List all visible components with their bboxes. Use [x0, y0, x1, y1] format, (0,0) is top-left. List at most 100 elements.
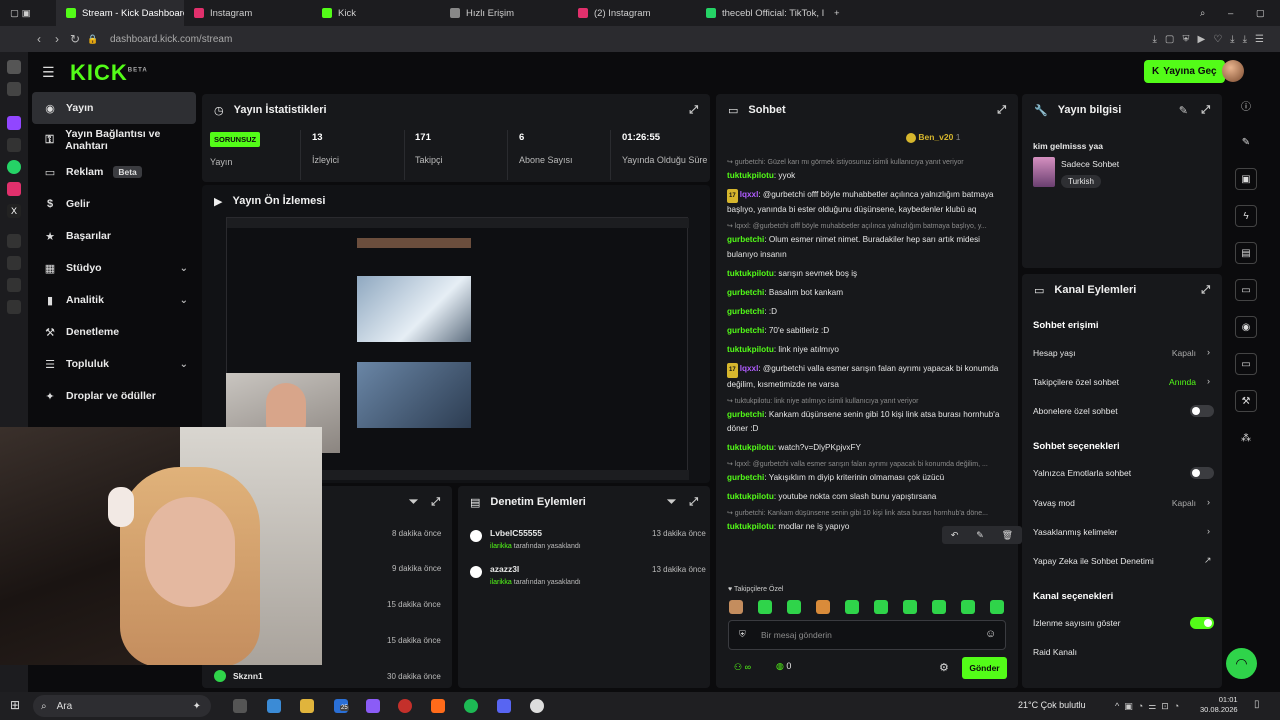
activity-user[interactable]: Skznn1: [233, 671, 263, 681]
emote-icon[interactable]: [729, 600, 743, 614]
reply-icon[interactable]: ↶: [951, 530, 959, 541]
chat-username[interactable]: tuktukpilotu: [727, 345, 774, 354]
spotify-icon[interactable]: [464, 699, 478, 713]
chat-username[interactable]: gurbetchi: [727, 473, 764, 482]
setting-row[interactable]: Takipçilere özel sohbet: [1033, 377, 1119, 387]
app-icon[interactable]: [7, 82, 21, 96]
send-button[interactable]: Gönder: [962, 657, 1007, 679]
category-thumbnail[interactable]: [1033, 157, 1055, 187]
back-icon[interactable]: ‹: [30, 32, 48, 46]
pin-icon[interactable]: ✎: [976, 530, 984, 541]
chat-message-input[interactable]: Bir mesaj gönderin: [728, 620, 1006, 650]
emote-icon[interactable]: [903, 600, 917, 614]
reload-icon[interactable]: ↻: [66, 32, 84, 46]
setting-row[interactable]: Yavaş mod: [1033, 498, 1075, 508]
system-tray-icons[interactable]: ^▣◔⚌⊡◔: [1115, 701, 1184, 712]
group-icon[interactable]: ⁂: [1235, 427, 1257, 449]
chat-username[interactable]: lqxxl: [740, 364, 759, 373]
setting-row[interactable]: Yalnızca Emotlarla sohbet: [1033, 468, 1131, 478]
app-icon[interactable]: [7, 234, 21, 248]
setting-row[interactable]: İzlenme sayısını göster: [1033, 618, 1120, 628]
nav-item-revenue[interactable]: $ Gelir: [32, 188, 196, 220]
chat-username[interactable]: tuktukpilotu: [727, 171, 774, 180]
nav-item-ads[interactable]: ▭ Reklam Beta: [32, 156, 196, 188]
nav-item-analytics[interactable]: ▮ Analitik ⌄: [32, 284, 196, 316]
lightning-icon[interactable]: ϟ: [1235, 205, 1257, 227]
file-explorer-icon[interactable]: [300, 699, 314, 713]
expand-icon[interactable]: ⤢: [689, 104, 698, 117]
tab-quick-access[interactable]: Hızlı Erişim: [440, 0, 568, 26]
forward-icon[interactable]: ›: [48, 32, 66, 46]
expand-icon[interactable]: ⤢: [997, 104, 1006, 117]
chat-username[interactable]: tuktukpilotu: [727, 522, 774, 531]
card-icon[interactable]: ▭: [1235, 353, 1257, 375]
tab-thecebl[interactable]: thecebl Official: TikTok, Ins: [696, 0, 824, 26]
expand-icon[interactable]: ⤢: [689, 496, 698, 509]
wrench-icon[interactable]: ⚒: [1235, 390, 1257, 412]
mod-row-user[interactable]: LvbelC55555: [490, 528, 542, 538]
setting-row[interactable]: Yapay Zeka ile Sohbet Denetimi: [1033, 556, 1154, 566]
category-name[interactable]: Sadece Sohbet: [1061, 159, 1119, 169]
weather-widget[interactable]: 21°C Çok bulutlu: [1018, 700, 1086, 710]
emote-icon[interactable]: [874, 600, 888, 614]
pinned-user[interactable]: Ben_v20 1: [906, 132, 960, 143]
mail-icon[interactable]: 25: [334, 699, 349, 713]
setting-row[interactable]: Hesap yaşı: [1033, 348, 1076, 358]
edit-icon[interactable]: ✎: [1235, 131, 1257, 153]
discord-icon[interactable]: [497, 699, 511, 713]
app-icon[interactable]: [431, 699, 445, 713]
chat-username[interactable]: gurbetchi: [727, 307, 764, 316]
support-chat-icon[interactable]: ◠: [1226, 648, 1257, 679]
kick-logo[interactable]: KICKBETA: [70, 60, 148, 86]
emote-icon[interactable]: [961, 600, 975, 614]
external-link-icon[interactable]: ↗: [1204, 555, 1212, 566]
emote-icon[interactable]: [845, 600, 859, 614]
chat-username[interactable]: tuktukpilotu: [727, 269, 774, 278]
emote-icon[interactable]: [932, 600, 946, 614]
window-controls[interactable]: ⌕ – ▢ ✕: [1190, 0, 1280, 26]
expand-icon[interactable]: ⤢: [431, 496, 440, 509]
points-icon[interactable]: ⚇ ∞: [734, 662, 751, 673]
message-actions[interactable]: ↶ ✎ 🗑: [942, 526, 1022, 544]
list-icon[interactable]: ▤: [1235, 242, 1257, 264]
setting-row[interactable]: Abonelere özel sohbet: [1033, 406, 1118, 416]
chat-username[interactable]: lqxxl: [740, 190, 759, 199]
tab-kick-dashboard[interactable]: Stream - Kick Dashboard: [56, 0, 184, 26]
emote-icon[interactable]: [758, 600, 772, 614]
browser-menu-icon[interactable]: ▢ ▣: [0, 0, 56, 26]
edit-icon[interactable]: ✎: [1179, 104, 1188, 117]
chat-username[interactable]: gurbetchi: [727, 410, 764, 419]
instagram-icon[interactable]: [7, 182, 21, 196]
new-tab-button[interactable]: +: [824, 0, 848, 26]
nav-item-achievements[interactable]: ★ Başarılar: [32, 220, 196, 252]
nav-item-community[interactable]: ☰ Topluluk ⌄: [32, 348, 196, 380]
record-icon[interactable]: ◉: [1235, 316, 1257, 338]
emote-icon[interactable]: [816, 600, 830, 614]
gear-icon[interactable]: ⚙: [939, 661, 949, 674]
tab-instagram-2[interactable]: (2) Instagram: [568, 0, 696, 26]
chat-username[interactable]: gurbetchi: [727, 326, 764, 335]
notifications-icon[interactable]: ▯: [1254, 699, 1260, 710]
info-icon[interactable]: ⓘ: [1235, 94, 1257, 116]
emoji-icon[interactable]: ☺: [985, 628, 996, 640]
whatsapp-icon[interactable]: [7, 160, 21, 174]
language-tag[interactable]: Turkish: [1061, 175, 1101, 188]
expand-icon[interactable]: ⤢: [1201, 104, 1210, 117]
chat-username[interactable]: tuktukpilotu: [727, 443, 774, 452]
nav-item-stream-key[interactable]: ⚿ Yayın Bağlantısı ve Anahtarı: [32, 124, 196, 156]
copilot-icon[interactable]: [267, 699, 281, 713]
toggle-switch[interactable]: [1190, 467, 1214, 479]
emote-icon[interactable]: [990, 600, 1004, 614]
chat-icon[interactable]: ▭: [1235, 279, 1257, 301]
app-icon[interactable]: [7, 278, 21, 292]
expand-icon[interactable]: ⤢: [1201, 284, 1210, 297]
url-field[interactable]: dashboard.kick.com/stream: [110, 34, 232, 45]
nav-item-drops[interactable]: ✦ Droplar ve ödüller: [32, 380, 196, 412]
obs-icon[interactable]: [530, 699, 544, 713]
twitch-icon[interactable]: [7, 116, 21, 130]
tab-kick[interactable]: Kick: [312, 0, 440, 26]
setting-row[interactable]: Raid Kanalı: [1033, 647, 1077, 657]
avatar[interactable]: [1222, 60, 1244, 82]
app-icon[interactable]: [366, 699, 380, 713]
setting-row[interactable]: Yasaklanmış kelimeler: [1033, 527, 1117, 537]
